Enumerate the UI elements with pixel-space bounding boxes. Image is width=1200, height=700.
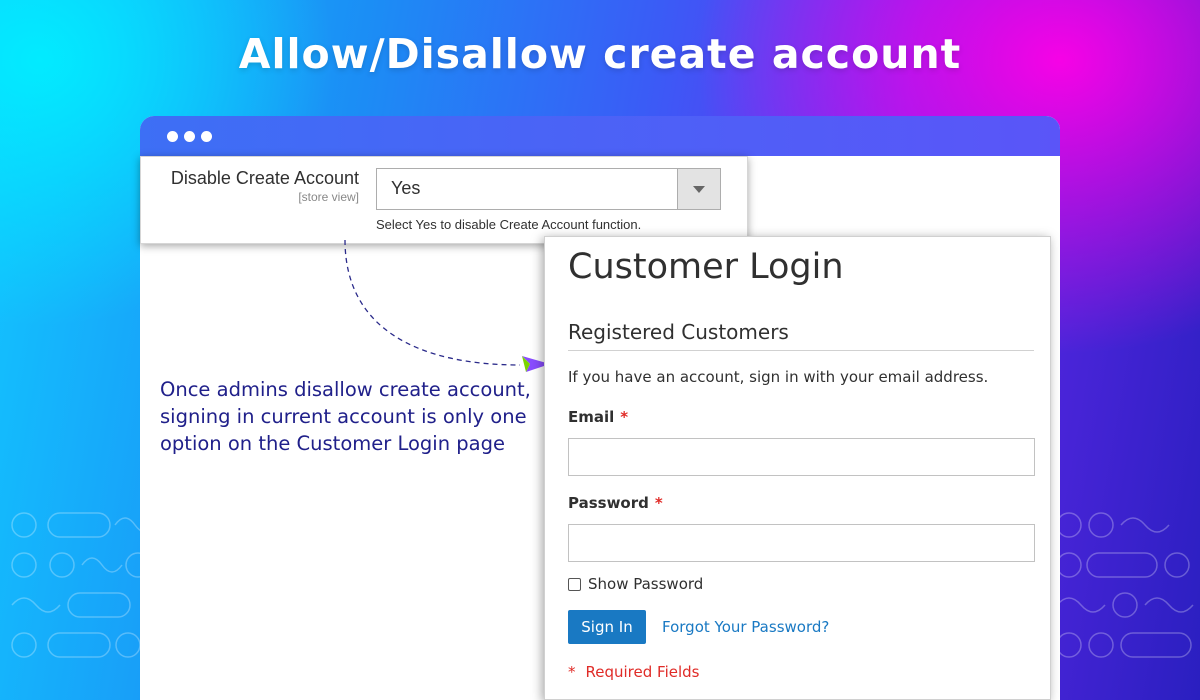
window-dot <box>184 131 195 142</box>
show-password-option[interactable]: Show Password <box>568 575 703 593</box>
select-value: Yes <box>391 178 421 198</box>
disable-create-account-select[interactable]: Yes <box>376 168 721 210</box>
section-title: Registered Customers <box>568 320 789 344</box>
email-label-text: Email <box>568 408 615 426</box>
email-input[interactable] <box>568 438 1035 476</box>
show-password-checkbox[interactable] <box>568 578 581 591</box>
customer-login-card: Customer Login Registered Customers If y… <box>544 236 1051 700</box>
page-headline: Allow/Disallow create account <box>238 30 962 78</box>
page-title: Customer Login <box>568 247 844 287</box>
window-titlebar <box>140 116 1060 156</box>
config-label: Disable Create Account <box>170 168 359 188</box>
config-setting-card: Disable Create Account [store view] Yes … <box>140 156 748 244</box>
decorative-pattern-left <box>11 512 150 658</box>
window-dot <box>167 131 178 142</box>
section-divider <box>568 350 1034 351</box>
decorative-pattern-right <box>1056 512 1194 658</box>
password-label-text: Password <box>568 494 649 512</box>
sign-in-button[interactable]: Sign In <box>568 610 646 644</box>
password-label: Password * <box>568 494 663 512</box>
required-fields-label: Required Fields <box>585 663 700 681</box>
intro-text: If you have an account, sign in with you… <box>568 368 989 386</box>
required-asterisk: * <box>568 663 576 681</box>
callout-text: Once admins disallow create account, sig… <box>160 378 531 455</box>
required-fields-note: * Required Fields <box>568 663 699 681</box>
forgot-password-link[interactable]: Forgot Your Password? <box>662 618 829 636</box>
email-label: Email * <box>568 408 628 426</box>
select-toggle[interactable] <box>677 169 720 209</box>
required-asterisk: * <box>620 408 629 426</box>
chevron-down-icon <box>693 186 705 193</box>
config-note: Select Yes to disable Create Account fun… <box>376 217 642 232</box>
window-dot <box>201 131 212 142</box>
config-scope: [store view] <box>298 190 359 204</box>
required-asterisk: * <box>654 494 663 512</box>
show-password-label: Show Password <box>588 575 704 593</box>
password-input[interactable] <box>568 524 1035 562</box>
